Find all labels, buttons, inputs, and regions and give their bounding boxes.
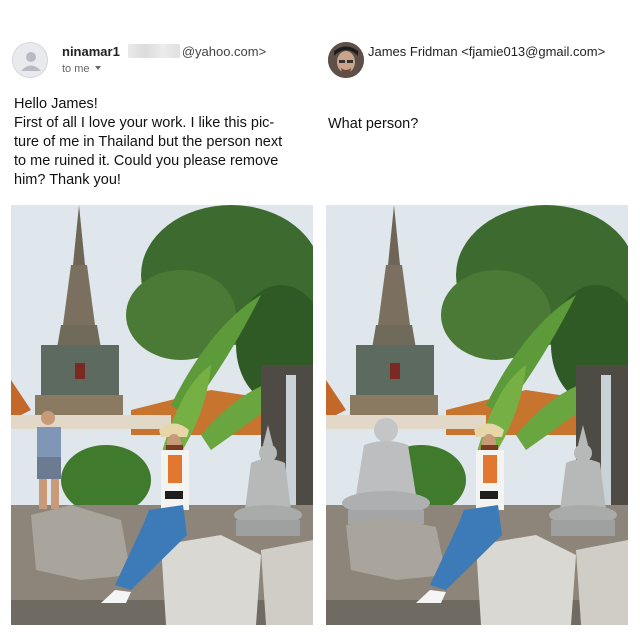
body-line: Hello James! xyxy=(14,96,98,112)
chevron-down-icon[interactable] xyxy=(94,66,101,70)
body-line: ture of me in Thailand but the person ne… xyxy=(14,134,283,150)
face-icon xyxy=(328,42,364,78)
recipient-label: to me xyxy=(62,63,90,75)
redacted-email-blur xyxy=(127,44,180,58)
body-line: First of all I love your work. I like th… xyxy=(14,115,275,131)
sender-line: ninamar1 @yahoo.com> xyxy=(62,44,266,59)
temple-photo-with-man-icon xyxy=(11,205,313,625)
sender-avatar-placeholder xyxy=(12,42,48,78)
body-line: to me ruined it. Could you please remove xyxy=(14,153,279,169)
person-icon xyxy=(21,52,41,71)
sender-avatar xyxy=(328,42,364,78)
temple-photo-man-replaced-by-statue-icon xyxy=(326,205,628,625)
sender-domain: @yahoo.com> xyxy=(181,44,267,59)
email-body: Hello James! First of all I love your wo… xyxy=(14,95,314,190)
recipient-dropdown[interactable]: to me xyxy=(62,63,101,75)
original-photo xyxy=(11,205,313,625)
sender-name[interactable]: ninamar1 xyxy=(62,44,120,59)
email-body: What person? xyxy=(328,116,419,132)
sender-line: James Fridman <fjamie013@gmail.com> xyxy=(368,44,605,59)
body-line: him? Thank you! xyxy=(14,172,121,188)
sender-email: <fjamie013@gmail.com> xyxy=(461,44,606,59)
sender-name[interactable]: James Fridman xyxy=(368,44,458,59)
edited-photo xyxy=(326,205,628,625)
